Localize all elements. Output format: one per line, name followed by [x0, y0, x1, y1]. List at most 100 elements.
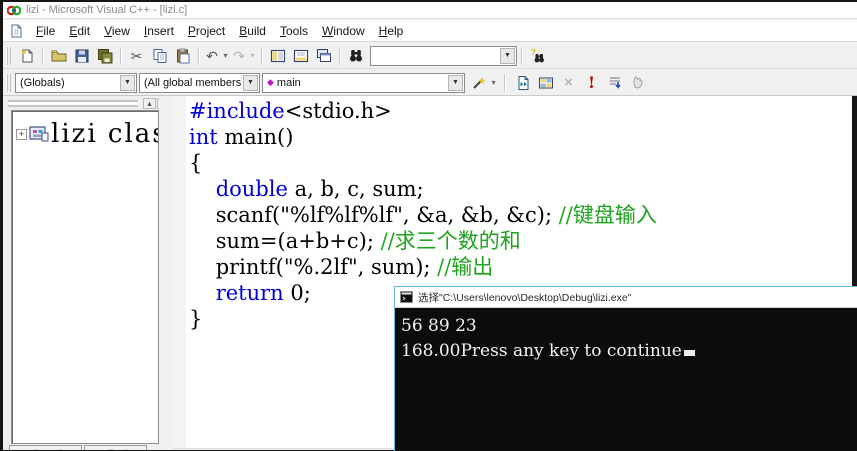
wizardbar-class-dropdown[interactable]: ▼ — [120, 75, 135, 91]
stop-build-button[interactable]: × — [557, 72, 580, 94]
wizardbar-member-combo[interactable]: ◆ main ▼ — [262, 73, 465, 93]
expand-plus-icon[interactable]: + — [16, 129, 27, 140]
workspace-gripper[interactable] — [8, 100, 138, 107]
build-button[interactable] — [534, 72, 557, 94]
toolbar-separator — [198, 47, 199, 65]
save-floppy-icon — [74, 48, 90, 64]
console-icon — [400, 291, 413, 303]
go-button[interactable] — [603, 72, 626, 94]
wizardbar-actions-button[interactable] — [469, 72, 489, 94]
menu-help[interactable]: Help — [372, 22, 411, 40]
console-output[interactable]: 56 89 23168.00Press any key to continue — [395, 308, 857, 364]
wizardbar-filter-value: (All global members) — [144, 77, 242, 89]
toolbar-separator — [261, 47, 262, 65]
selection-margin[interactable] — [173, 96, 186, 448]
workspace-dock-button[interactable]: ▴ — [143, 98, 156, 109]
new-text-file-button[interactable] — [15, 45, 38, 67]
svg-text:?: ? — [531, 48, 536, 57]
code-line: printf("%.2lf", sum); //输出 — [189, 254, 657, 280]
menu-insert[interactable]: Insert — [137, 22, 181, 40]
undo-button[interactable]: ↶ — [203, 45, 221, 67]
undo-dropdown[interactable]: ▾ — [221, 51, 230, 60]
code-line: double a, b, c, sum; — [189, 176, 657, 202]
undo-icon: ↶ — [206, 49, 218, 63]
dock-pin-icon: ▴ — [147, 99, 151, 108]
code-line: sum=(a+b+c); //求三个数的和 — [189, 228, 657, 254]
pane-splitter[interactable] — [159, 96, 173, 451]
console-cursor — [684, 350, 695, 356]
save-button[interactable] — [70, 45, 93, 67]
wizardbar-member-value: main — [277, 77, 301, 89]
wizard-bar: (Globals) ▼ (All global members) ▼ ◆ mai… — [3, 70, 857, 96]
document-icon[interactable] — [9, 24, 23, 38]
wizardbar-actions-dropdown[interactable]: ▾ — [489, 78, 498, 87]
classes-folder-icon — [29, 125, 49, 143]
output-toggle-button[interactable] — [289, 45, 312, 67]
wizardbar-filter-dropdown[interactable]: ▼ — [243, 75, 258, 91]
code-line: { — [189, 150, 657, 176]
workspace-toggle-button[interactable] — [266, 45, 289, 67]
search-icon: ? — [530, 48, 546, 64]
search-button[interactable]: ? — [526, 45, 549, 67]
console-title-bar[interactable]: 选择"C:\Users\lenovo\Desktop\Debug\lizi.ex… — [395, 287, 857, 308]
menu-tools[interactable]: Tools — [273, 22, 315, 40]
workspace-toggle-icon — [270, 48, 286, 64]
wizardbar-member-dropdown[interactable]: ▼ — [448, 75, 463, 91]
find-combo-dropdown[interactable]: ▼ — [500, 48, 515, 64]
menu-window[interactable]: Window — [315, 22, 372, 40]
paste-icon — [175, 48, 191, 64]
toolbar-separator — [339, 47, 340, 65]
menu-build[interactable]: Build — [232, 22, 273, 40]
toolbar-separator — [504, 74, 505, 92]
console-title-text: 选择"C:\Users\lenovo\Desktop\Debug\lizi.ex… — [418, 290, 631, 305]
code-line: scanf("%lf%lf%lf", &a, &b, &c); //键盘输入 — [189, 202, 657, 228]
menu-file[interactable]: File — [29, 22, 62, 40]
copy-icon — [152, 48, 168, 64]
console-window: 选择"C:\Users\lenovo\Desktop\Debug\lizi.ex… — [394, 286, 857, 451]
find-combo[interactable]: ▼ — [370, 46, 517, 66]
open-folder-icon — [51, 48, 67, 64]
menu-view[interactable]: View — [97, 22, 137, 40]
menu-bar: FileEditViewInsertProjectBuildToolsWindo… — [3, 20, 857, 42]
find-in-files-button[interactable] — [344, 45, 367, 67]
tree-root-label: lizi classes — [51, 119, 159, 149]
member-diamond-icon: ◆ — [267, 77, 274, 88]
copy-button[interactable] — [148, 45, 171, 67]
menu-project[interactable]: Project — [181, 22, 232, 40]
window-title: lizi - Microsoft Visual C++ - [lizi.c] — [26, 4, 187, 16]
build-icon — [538, 75, 554, 91]
tree-root-item[interactable]: + lizi classes — [16, 119, 158, 149]
redo-button[interactable]: ↷ — [230, 45, 248, 67]
breakpoint-button[interactable] — [626, 72, 649, 94]
go-icon — [607, 75, 623, 91]
cut-icon: ✂ — [131, 49, 143, 63]
toolbar-separator — [521, 47, 522, 65]
menu-items: FileEditViewInsertProjectBuildToolsWindo… — [29, 22, 410, 40]
standard-toolbar: ✂ ↶ ▾ ↷ ▾ — [3, 43, 857, 69]
menu-edit[interactable]: Edit — [62, 22, 97, 40]
paste-button[interactable] — [171, 45, 194, 67]
window-list-button[interactable] — [312, 45, 335, 67]
visual-cpp-logo-icon — [7, 4, 21, 17]
code-line: int main() — [189, 124, 657, 150]
toolbar-gripper[interactable] — [6, 74, 11, 92]
execute-program-button[interactable]: ! — [580, 72, 603, 94]
redo-icon: ↷ — [233, 49, 245, 63]
classview-tree[interactable]: + lizi classes — [11, 110, 159, 444]
toolbar-gripper[interactable] — [6, 47, 11, 65]
redo-dropdown[interactable]: ▾ — [248, 51, 257, 60]
window-right-edge — [852, 96, 857, 286]
wizardbar-class-combo[interactable]: (Globals) ▼ — [15, 73, 137, 93]
title-bar[interactable]: lizi - Microsoft Visual C++ - [lizi.c] — [3, 2, 857, 19]
code-line: #include<stdio.h> — [189, 98, 657, 124]
console-line: 56 89 23 — [401, 314, 857, 339]
cut-button[interactable]: ✂ — [125, 45, 148, 67]
new-text-file-icon — [19, 48, 35, 64]
save-all-button[interactable] — [93, 45, 116, 67]
compile-button[interactable] — [511, 72, 534, 94]
toolbar-separator — [120, 47, 121, 65]
wizardbar-filter-combo[interactable]: (All global members) ▼ — [139, 73, 260, 93]
breakpoint-hand-icon — [630, 75, 646, 91]
open-button[interactable] — [47, 45, 70, 67]
stop-build-icon: × — [564, 75, 573, 90]
